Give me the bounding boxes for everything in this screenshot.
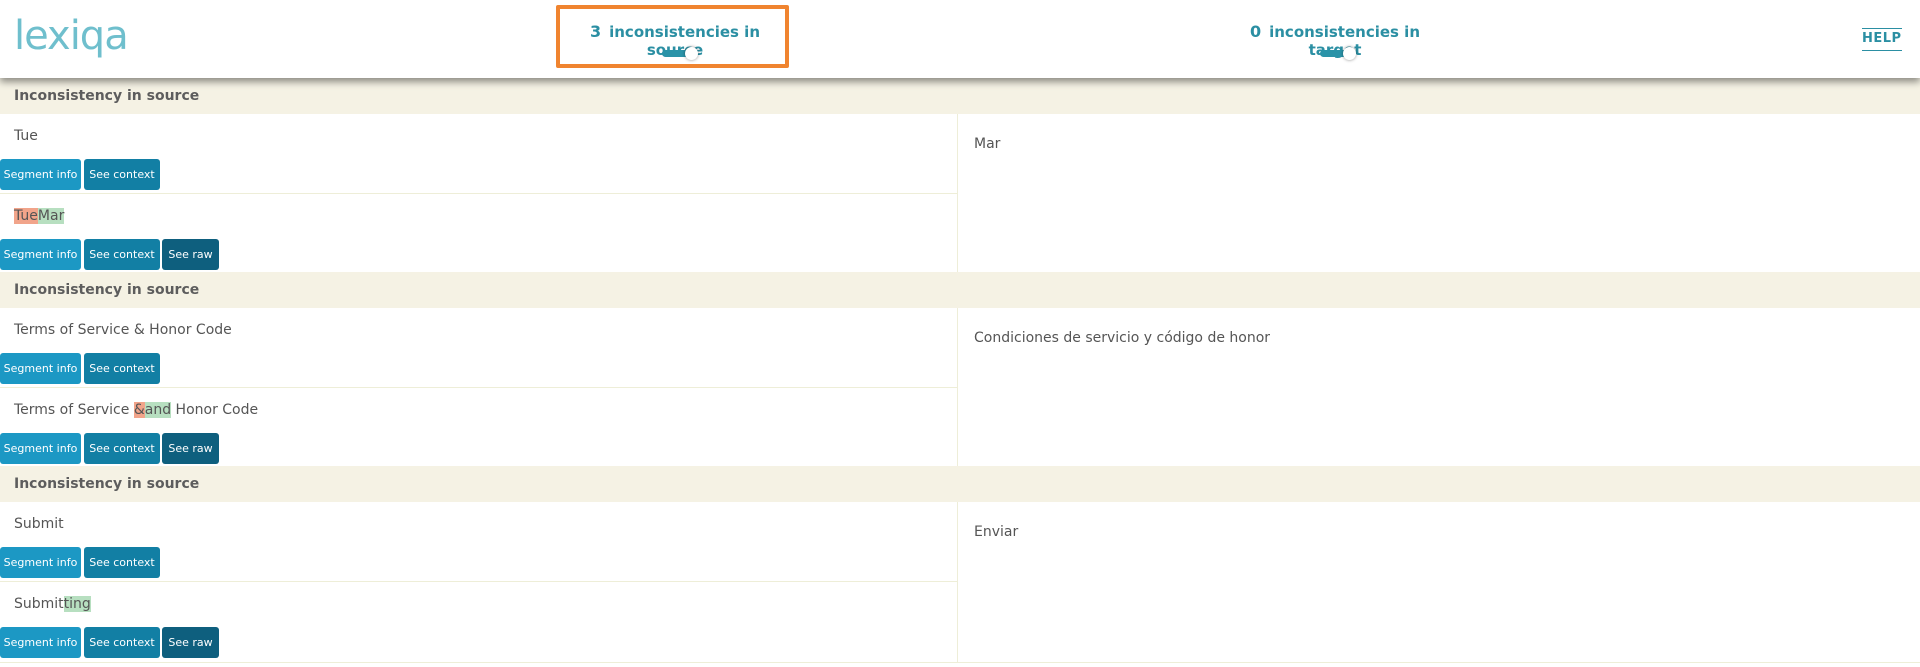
segment-text: Terms of Service & Honor Code — [14, 322, 232, 338]
target-count: 0 — [1249, 22, 1262, 41]
segment-diff-text: TueMar — [14, 208, 65, 224]
toggle-knob — [1343, 47, 1356, 60]
segment-info-button[interactable]: Segment info — [0, 627, 81, 658]
see-context-button[interactable]: See context — [84, 433, 160, 464]
target-column: Enviar — [958, 502, 1920, 662]
target-toggle[interactable] — [1320, 47, 1356, 60]
inconsistency-group: Submit Segment info See context Submitti… — [0, 502, 1920, 662]
deleted-text-highlight: & — [133, 402, 145, 418]
source-segment: Submitting Segment info See context See … — [0, 582, 957, 661]
source-segment: TueMar Segment info See context See raw — [0, 194, 957, 273]
source-toggle[interactable] — [662, 47, 698, 60]
toggle-knob — [685, 47, 698, 60]
see-context-button[interactable]: See context — [84, 547, 160, 578]
see-context-button[interactable]: See context — [84, 159, 160, 190]
see-raw-button[interactable]: See raw — [162, 433, 219, 464]
target-column: Condiciones de servicio y código de hono… — [958, 308, 1920, 466]
unchanged-text: Honor Code — [171, 402, 259, 418]
target-text: Condiciones de servicio y código de hono… — [974, 330, 1271, 346]
source-column: Submit Segment info See context Submitti… — [0, 502, 958, 662]
see-raw-button[interactable]: See raw — [162, 239, 219, 270]
source-column: Terms of Service & Honor Code Segment in… — [0, 308, 958, 466]
group-header: Inconsistency in source — [0, 466, 1920, 502]
segment-info-button[interactable]: Segment info — [0, 547, 81, 578]
source-segment: Terms of Service & Honor Code Segment in… — [0, 308, 957, 388]
segment-info-button[interactable]: Segment info — [0, 239, 81, 270]
segment-diff-text: Terms of Service &and Honor Code — [14, 402, 258, 418]
divider — [0, 662, 1920, 663]
see-context-button[interactable]: See context — [84, 627, 160, 658]
inserted-text-highlight: and — [144, 402, 172, 418]
see-context-button[interactable]: See context — [84, 239, 160, 270]
target-text: Enviar — [974, 524, 1019, 540]
inserted-text-highlight: ting — [63, 596, 91, 612]
target-text: Mar — [974, 136, 1001, 152]
deleted-text-highlight: Tue — [14, 208, 38, 224]
inconsistency-group: Terms of Service & Honor Code Segment in… — [0, 308, 1920, 466]
unchanged-text: Terms of Service — [14, 402, 134, 418]
source-count: 3 — [589, 22, 602, 41]
segment-info-button[interactable]: Segment info — [0, 353, 81, 384]
group-header: Inconsistency in source — [0, 78, 1920, 114]
target-column: Mar — [958, 114, 1920, 272]
lexiqa-logo: lexiqa — [14, 13, 129, 59]
segment-info-button[interactable]: Segment info — [0, 433, 81, 464]
source-segment: Tue Segment info See context — [0, 114, 957, 194]
inserted-text-highlight: Mar — [37, 208, 65, 224]
source-segment: Submit Segment info See context — [0, 502, 957, 582]
segment-text: Tue — [14, 128, 38, 144]
source-column: Tue Segment info See context TueMar Segm… — [0, 114, 958, 272]
segment-diff-text: Submitting — [14, 596, 91, 612]
unchanged-text: Submit — [14, 596, 64, 612]
segment-info-button[interactable]: Segment info — [0, 159, 81, 190]
source-segment: Terms of Service &and Honor Code Segment… — [0, 388, 957, 467]
help-link[interactable]: HELP — [1862, 28, 1902, 51]
top-bar: lexiqa 3inconsistencies in source 0incon… — [0, 0, 1920, 78]
group-header: Inconsistency in source — [0, 272, 1920, 308]
see-raw-button[interactable]: See raw — [162, 627, 219, 658]
inconsistency-group: Tue Segment info See context TueMar Segm… — [0, 114, 1920, 272]
see-context-button[interactable]: See context — [84, 353, 160, 384]
segment-text: Submit — [14, 516, 64, 532]
